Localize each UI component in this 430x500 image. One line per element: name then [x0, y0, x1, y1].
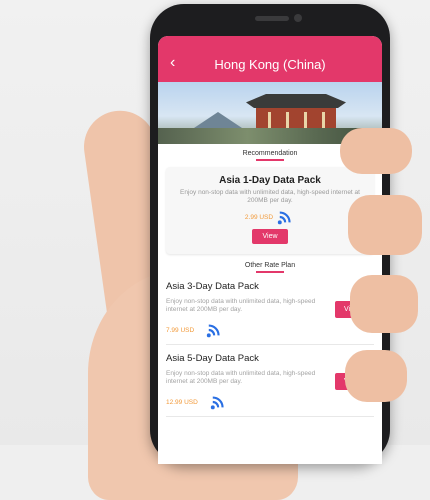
phone-screen: ‹ Hong Kong (China) Recommendation Asia … [158, 36, 382, 464]
price-row: 2.99 USD [176, 209, 364, 225]
wifi-icon [277, 211, 291, 225]
plan-price: 7.99 USD [166, 326, 195, 334]
wifi-icon [210, 396, 224, 410]
chevron-left-icon[interactable]: ‹ [170, 55, 175, 71]
hand-finger [350, 275, 418, 333]
price-row: 12.99 USD [166, 394, 374, 410]
other-plans-label: Other Rate Plan [244, 262, 296, 269]
phone-speaker [255, 16, 289, 21]
plan-item[interactable]: Asia 5-Day Data Pack Enjoy non-stop data… [166, 345, 374, 417]
hand-finger [345, 350, 407, 402]
plan-item[interactable]: Asia 3-Day Data Pack Enjoy non-stop data… [166, 273, 374, 345]
plan-name: Asia 3-Day Data Pack [166, 281, 259, 292]
section-underline [256, 159, 284, 161]
status-bar [158, 36, 382, 46]
view-button[interactable]: View [252, 229, 288, 244]
plan-name: Asia 1-Day Data Pack [219, 175, 321, 186]
plan-description: Enjoy non-stop data with unlimited data,… [166, 370, 316, 385]
plan-description: Enjoy non-stop data with unlimited data,… [166, 298, 316, 313]
plan-price: 2.99 USD [244, 213, 274, 221]
plan-price: 12.99 USD [166, 398, 198, 406]
plan-description: Enjoy non-stop data with unlimited data,… [180, 189, 360, 204]
price-row: 7.99 USD [166, 322, 374, 338]
recommendation-card[interactable]: Asia 1-Day Data Pack Enjoy non-stop data… [166, 167, 374, 254]
wifi-icon [207, 324, 220, 338]
hand-finger [340, 128, 412, 174]
palace-roof [246, 94, 346, 108]
page-title: Hong Kong (China) [214, 56, 326, 72]
app-header: ‹ Hong Kong (China) [158, 46, 382, 82]
phone-camera [294, 14, 302, 22]
hand-finger [348, 195, 422, 255]
plan-name: Asia 5-Day Data Pack [166, 353, 259, 364]
